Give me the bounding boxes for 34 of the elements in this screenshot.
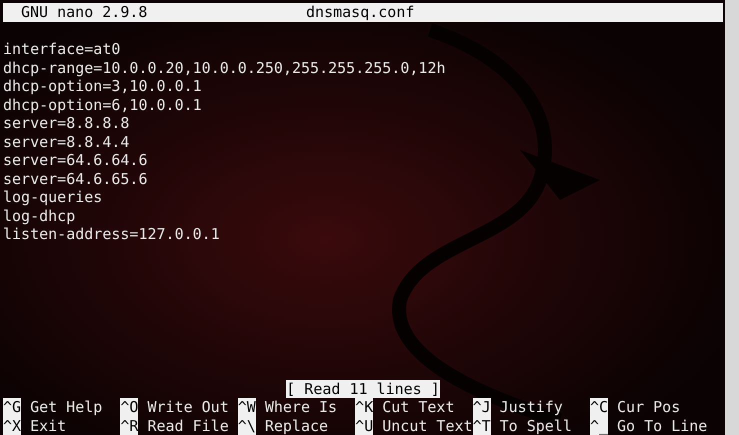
shortcut-key: ^G — [3, 398, 22, 416]
config-line: listen-address=127.0.0.1 — [3, 225, 220, 244]
file-name: dnsmasq.conf — [306, 3, 414, 22]
status-message: [ Read 11 lines ] — [286, 380, 440, 398]
shortcut-label: Where Is — [264, 398, 338, 416]
shortcut-label: Cut Text — [382, 398, 454, 416]
app-version: GNU nano 2.9.8 — [21, 3, 148, 22]
shortcut-label: Read File — [147, 416, 229, 435]
config-line: server=8.8.8.8 — [3, 114, 130, 132]
config-line: server=64.6.65.6 — [3, 170, 148, 188]
config-line: log-queries — [3, 188, 102, 206]
shortcut-key: ^X — [3, 416, 22, 435]
shortcut-label: Get Help — [30, 398, 102, 416]
shortcut-label: Write Out — [147, 398, 229, 416]
shortcut-label: Replace — [264, 416, 328, 435]
config-line: server=8.8.4.4 — [3, 132, 130, 151]
config-line: server=64.6.64.6 — [3, 151, 148, 170]
shortcut-label: Cur Pos — [617, 398, 680, 416]
config-line: log-dhcp — [3, 206, 76, 225]
shortcut-label: Justify — [500, 398, 563, 416]
shortcut-key: ^K — [355, 398, 374, 416]
shortcut-label: Exit — [30, 416, 66, 435]
shortcut-key: ^U — [355, 416, 374, 435]
shortcut-key: ^O — [120, 398, 138, 416]
shortcut-key: ^J — [472, 398, 491, 416]
shortcut-label: To Spell — [500, 416, 572, 435]
config-line: dhcp-option=6,10.0.0.1 — [3, 96, 202, 114]
config-line: dhcp-option=3,10.0.0.1 — [3, 77, 202, 96]
shortcut-key: ^W — [238, 398, 256, 416]
shortcut-label: Go To Line — [617, 416, 708, 435]
shortcut-label: Uncut Text — [382, 416, 473, 435]
config-line: dhcp-range=10.0.0.20,10.0.0.250,255.255.255.0,12h — [3, 58, 446, 77]
config-line: interface=at0 — [3, 40, 120, 58]
shortcut-key: ^C — [590, 398, 608, 416]
